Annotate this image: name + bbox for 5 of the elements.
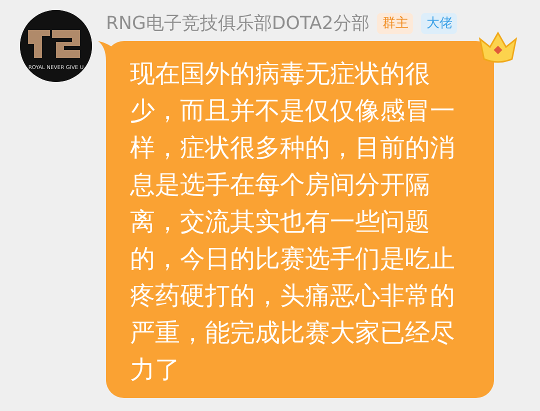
crown-icon [476, 29, 520, 65]
owner-tag: 群主 [377, 12, 414, 34]
message-text: 现在国外的病毒无症状的很少，而且并不是仅仅像感冒一样，症状很多种的，目前的消息是选手在每个房间分开隔离，交流其实也有一些问题的，今日的比赛选手们是吃止疼药硬打的，头痛恶心非常的严重，能完成比赛大家已经尽力了 [130, 58, 456, 386]
title-tag: 大佬 [421, 12, 458, 34]
sender-name: RNG电子竞技俱乐部DOTA2分部 [106, 12, 370, 36]
